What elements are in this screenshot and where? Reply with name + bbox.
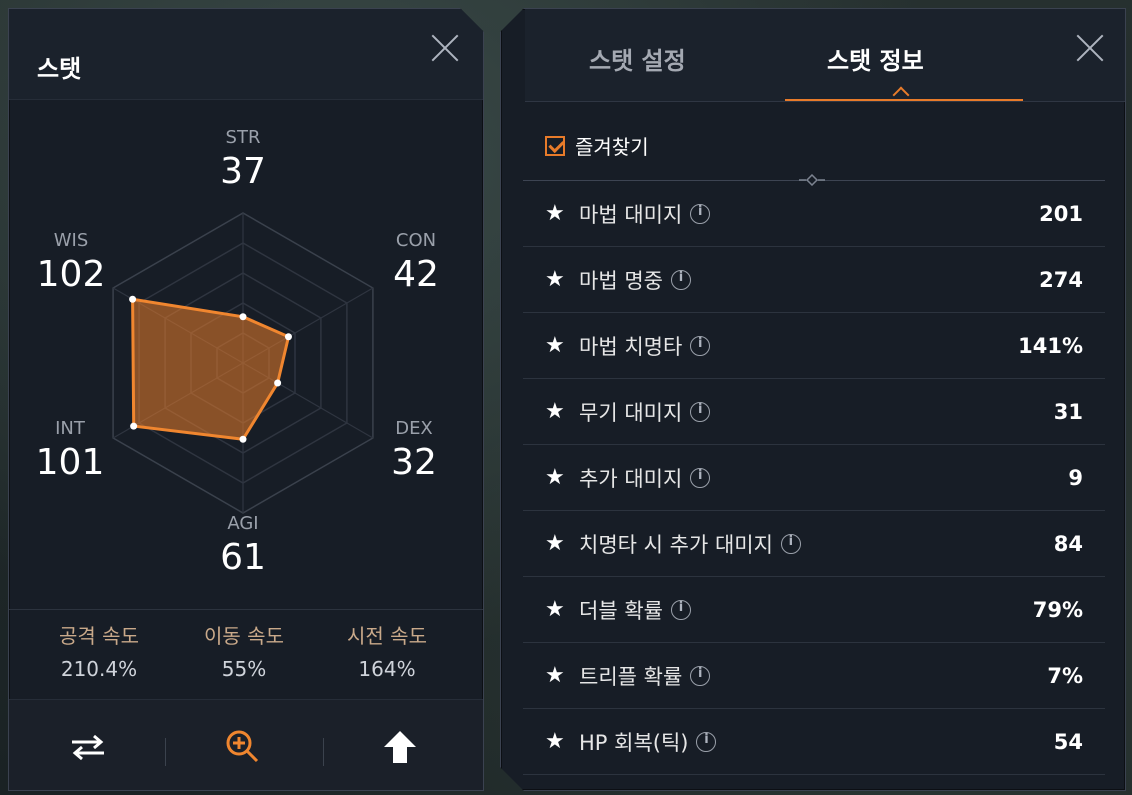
stat-value: 31	[1053, 399, 1083, 424]
star-icon[interactable]: ★	[545, 531, 567, 556]
speed-section: 공격 속도 210.4% 이동 속도 55% 시전 속도 164%	[9, 609, 483, 610]
toolbar-divider	[323, 738, 324, 766]
list-item: ★ 마법 대미지 201	[523, 181, 1105, 247]
list-item: ★ 트리플 확률 7%	[523, 643, 1105, 709]
close-icon[interactable]	[1075, 33, 1105, 63]
stat-name: 치명타 시 추가 대미지	[579, 532, 773, 557]
stat-name: 마법 명중	[579, 268, 663, 293]
stat-value: 141%	[1018, 333, 1083, 358]
stat-name: 더블 확률	[579, 598, 663, 623]
cast-speed-value: 164%	[358, 657, 416, 681]
tab-stat-settings[interactable]: 스탯 설정	[589, 41, 686, 76]
stat-name: 마법 치명타	[579, 334, 683, 359]
wis-value: 102	[36, 254, 106, 295]
info-icon[interactable]	[671, 270, 691, 290]
info-icon[interactable]	[690, 402, 710, 422]
stat-name: 추가 대미지	[579, 466, 683, 491]
star-icon[interactable]: ★	[545, 267, 567, 292]
swap-icon[interactable]	[63, 722, 113, 772]
list-item: ★ 마법 치명타 141%	[523, 313, 1105, 379]
bottom-toolbar	[9, 699, 483, 790]
agi-value: 61	[220, 537, 266, 578]
str-point	[240, 313, 247, 320]
con-point	[285, 333, 292, 340]
move-speed-label: 이동 속도	[204, 624, 284, 648]
star-icon[interactable]: ★	[545, 399, 567, 424]
stat-name: HP 회복(틱)	[579, 730, 689, 755]
info-icon[interactable]	[781, 534, 801, 554]
dex-label: DEX	[395, 418, 433, 439]
info-icon[interactable]	[690, 204, 710, 224]
stat-info-list: ★ 마법 대미지 201 ★ 마법 명중 274 ★ 마법 치명타 141% ★ 무기 대미지…	[523, 181, 1105, 775]
zoom-in-icon[interactable]	[218, 722, 268, 772]
info-icon[interactable]	[696, 732, 716, 752]
str-label: STR	[225, 127, 261, 148]
info-icon[interactable]	[690, 336, 710, 356]
stat-info-panel: 스탯 설정 스탯 정보 즐겨찾기 ★ 마법 대미지 201 ★ 마법 명중 274 ★ 마…	[500, 8, 1126, 791]
info-icon[interactable]	[671, 600, 691, 620]
star-icon[interactable]: ★	[545, 333, 567, 358]
int-label: INT	[55, 418, 85, 439]
stat-value: 84	[1053, 531, 1083, 556]
move-speed: 이동 속도 55%	[169, 620, 319, 681]
stat-name: 무기 대미지	[579, 400, 683, 425]
star-icon[interactable]: ★	[545, 597, 567, 622]
stat-name: 트리플 확률	[579, 664, 683, 689]
upgrade-arrow-icon[interactable]	[375, 722, 425, 772]
stats-radar-panel: 스탯 STR 37 CON 42 DEX 32 AGI 61 INT 101 W…	[8, 8, 484, 791]
info-icon[interactable]	[690, 468, 710, 488]
star-icon[interactable]: ★	[545, 465, 567, 490]
stat-value: 9	[1068, 465, 1083, 490]
star-icon[interactable]: ★	[545, 729, 567, 754]
con-value: 42	[393, 254, 439, 295]
move-speed-value: 55%	[221, 657, 267, 681]
stat-value: 7%	[1047, 663, 1083, 688]
favorites-checkbox[interactable]	[545, 136, 565, 156]
info-icon[interactable]	[690, 666, 710, 686]
favorites-toggle[interactable]: 즐겨찾기	[545, 131, 649, 160]
panel-title: 스탯	[37, 55, 82, 83]
attack-speed-label: 공격 속도	[59, 624, 139, 648]
toolbar-divider	[165, 738, 166, 766]
int-value: 101	[35, 442, 105, 483]
list-item: ★ 추가 대미지 9	[523, 445, 1105, 511]
con-label: CON	[395, 230, 437, 251]
int-point	[130, 423, 137, 430]
stat-value: 274	[1039, 267, 1083, 292]
star-icon[interactable]: ★	[545, 201, 567, 226]
agi-label: AGI	[227, 513, 259, 534]
dex-point	[274, 380, 281, 387]
list-item: ★ 무기 대미지 31	[523, 379, 1105, 445]
stat-value: 79%	[1032, 597, 1083, 622]
attack-speed-value: 210.4%	[60, 657, 138, 681]
close-icon[interactable]	[430, 33, 460, 63]
agi-point	[240, 436, 247, 443]
wis-point	[129, 296, 136, 303]
cast-speed: 시전 속도 164%	[312, 620, 462, 681]
tab-stat-info[interactable]: 스탯 정보	[827, 41, 924, 76]
list-item: ★ 마법 명중 274	[523, 247, 1105, 313]
wis-label: WIS	[53, 230, 89, 251]
str-value: 37	[220, 151, 266, 192]
list-item: ★ 치명타 시 추가 대미지 84	[523, 511, 1105, 577]
list-item: ★ 더블 확률 79%	[523, 577, 1105, 643]
cast-speed-label: 시전 속도	[347, 624, 427, 648]
stat-radar-area	[133, 299, 289, 439]
stat-value: 54	[1053, 729, 1083, 754]
star-icon[interactable]: ★	[545, 663, 567, 688]
tab-bar: 스탯 설정 스탯 정보	[525, 9, 1125, 102]
list-item: ★ HP 회복(틱) 54	[523, 709, 1105, 775]
stat-value: 201	[1039, 201, 1083, 226]
favorites-label: 즐겨찾기	[575, 135, 649, 159]
attack-speed: 공격 속도 210.4%	[24, 620, 174, 681]
dex-value: 32	[391, 442, 437, 483]
stat-name: 마법 대미지	[579, 202, 683, 227]
